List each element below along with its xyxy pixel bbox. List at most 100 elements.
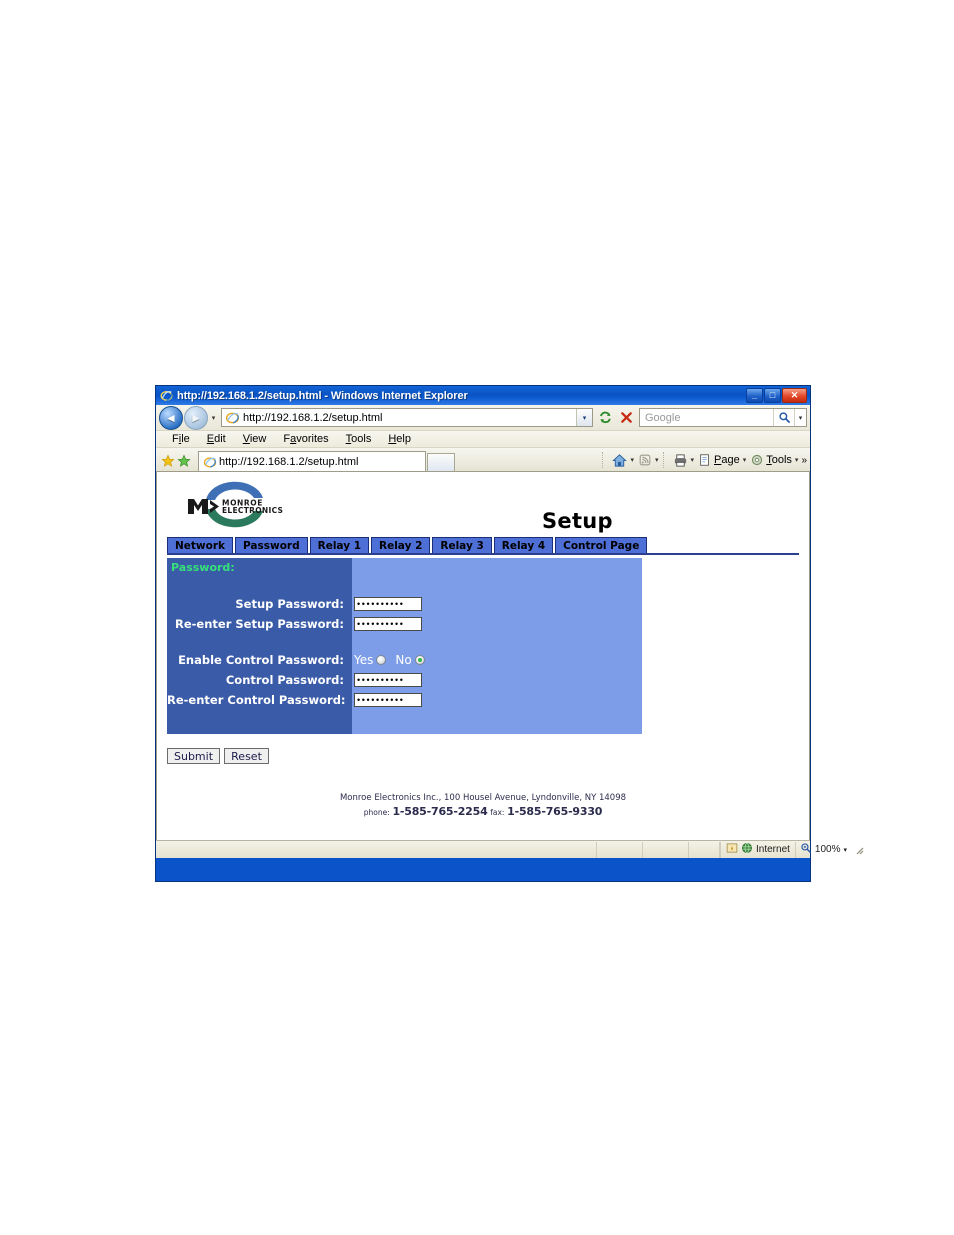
stop-button[interactable] xyxy=(616,407,637,428)
toolbar-overflow-icon[interactable]: » xyxy=(801,455,807,466)
tab-bar: http://192.168.1.2/setup.html ▾ ▾ ▾ Page… xyxy=(156,448,810,472)
reenter-setup-password-input[interactable]: •••••••••• xyxy=(354,617,422,631)
page-favicon-icon xyxy=(225,410,240,425)
security-icon xyxy=(726,842,738,857)
page-menu-label: Page xyxy=(714,454,740,466)
panel-title: Password: xyxy=(171,561,235,574)
site-tab-control-page[interactable]: Control Page xyxy=(555,537,648,554)
navigation-toolbar: ◄ ► ▾ http://192.168.1.2/setup.html ▾ Go… xyxy=(156,405,810,431)
nav-underline xyxy=(167,553,799,555)
field-row-setup-password: Setup Password: •••••••••• xyxy=(167,594,642,614)
page-menu-button[interactable]: Page ▾ xyxy=(698,453,746,467)
site-tab-password[interactable]: Password xyxy=(235,537,308,554)
enable-control-password-label: Enable Control Password: xyxy=(178,653,344,667)
site-tab-relay-1[interactable]: Relay 1 xyxy=(309,537,369,554)
radio-no[interactable] xyxy=(414,655,425,665)
control-password-input[interactable]: •••••••••• xyxy=(354,673,422,687)
address-dropdown-icon[interactable]: ▾ xyxy=(576,409,592,426)
window-title: http://192.168.1.2/setup.html - Windows … xyxy=(177,389,468,402)
back-button[interactable]: ◄ xyxy=(159,405,183,430)
status-pane-4 xyxy=(689,841,720,858)
print-button[interactable]: ▾ xyxy=(673,453,695,468)
reenter-control-password-label: Re-enter Control Password: xyxy=(167,693,346,707)
refresh-button[interactable] xyxy=(595,407,616,428)
control-password-label: Control Password: xyxy=(225,673,344,687)
site-tab-relay-4[interactable]: Relay 4 xyxy=(493,537,554,554)
address-bar[interactable]: http://192.168.1.2/setup.html ▾ xyxy=(221,408,593,427)
print-dropdown-icon[interactable]: ▾ xyxy=(691,456,695,464)
svg-text:ELECTRONICS: ELECTRONICS xyxy=(222,506,283,515)
submit-button[interactable]: Submit xyxy=(167,748,221,764)
status-pane-3 xyxy=(643,841,689,858)
field-row-reenter-setup-password: Re-enter Setup Password: •••••••••• xyxy=(167,614,642,634)
page-dropdown-icon[interactable]: ▾ xyxy=(743,456,747,464)
internet-globe-icon xyxy=(741,842,753,857)
home-dropdown-icon[interactable]: ▾ xyxy=(630,456,634,464)
footer-fax-label: fax: xyxy=(490,808,505,817)
site-tab-relay-3[interactable]: Relay 3 xyxy=(432,537,492,554)
status-pane-2 xyxy=(597,841,643,858)
tools-dropdown-icon[interactable]: ▾ xyxy=(795,456,799,464)
footer-phone: 1-585-765-2254 xyxy=(392,805,488,818)
field-row-enable-control-password: Enable Control Password: Yes No xyxy=(167,650,642,670)
page-header: MONROE ELECTRONICS Setup Network Passwor… xyxy=(157,472,809,555)
radio-yes[interactable] xyxy=(376,655,387,665)
footer-address: Monroe Electronics Inc., 100 Housel Aven… xyxy=(339,793,627,803)
tools-menu-button[interactable]: Tools ▾ xyxy=(750,453,798,467)
browser-window: http://192.168.1.2/setup.html - Windows … xyxy=(155,385,864,882)
internet-explorer-icon xyxy=(160,389,173,402)
status-bar: Internet 100% ▾ xyxy=(156,840,864,858)
search-input[interactable]: Google xyxy=(640,412,773,424)
feeds-dropdown-icon: ▾ xyxy=(654,457,659,464)
setup-password-label: Setup Password: xyxy=(235,597,344,611)
zoom-level-label: 100% xyxy=(814,844,841,855)
browser-tab[interactable]: http://192.168.1.2/setup.html xyxy=(198,451,426,471)
search-icon[interactable] xyxy=(773,409,794,426)
new-tab-button[interactable] xyxy=(427,453,455,471)
page-title: Setup xyxy=(542,509,613,533)
security-zone[interactable]: Internet xyxy=(720,841,795,858)
history-dropdown-icon[interactable]: ▾ xyxy=(208,407,219,429)
favorites-center-icon[interactable] xyxy=(160,451,176,471)
close-button[interactable]: ✕ xyxy=(782,388,807,403)
reset-button[interactable]: Reset xyxy=(224,748,270,764)
tab-title: http://192.168.1.2/setup.html xyxy=(219,455,359,468)
footer-contact: phone: 1-585-765-2254 fax: 1-585-765-933… xyxy=(157,805,809,820)
zoom-dropdown-icon[interactable]: ▾ xyxy=(844,846,848,854)
radio-no-label: No xyxy=(395,653,412,667)
menu-view[interactable]: View xyxy=(243,433,267,445)
search-box[interactable]: Google ▾ xyxy=(639,408,807,427)
security-zone-label: Internet xyxy=(756,844,790,855)
reenter-setup-password-label: Re-enter Setup Password: xyxy=(175,617,344,631)
window-buttons: _ □ ✕ xyxy=(746,388,808,403)
form-buttons: Submit Reset xyxy=(167,748,270,764)
search-dropdown-icon[interactable]: ▾ xyxy=(794,409,806,426)
toolbar-separator-2 xyxy=(662,452,665,468)
page-viewport: MONROE ELECTRONICS Setup Network Passwor… xyxy=(156,472,810,840)
menu-favorites[interactable]: Favorites xyxy=(283,433,328,445)
add-to-favorites-icon[interactable] xyxy=(176,451,192,471)
menu-help[interactable]: Help xyxy=(388,433,411,445)
menu-edit[interactable]: Edit xyxy=(207,433,226,445)
setup-password-input[interactable]: •••••••••• xyxy=(354,597,422,611)
feeds-button[interactable]: ▾ xyxy=(638,453,659,467)
footer-fax: 1-585-765-9330 xyxy=(507,805,603,818)
address-input[interactable]: http://192.168.1.2/setup.html xyxy=(243,412,576,424)
site-tab-network[interactable]: Network xyxy=(167,537,234,554)
command-bar: ▾ ▾ ▾ Page ▾ Tools ▾ » xyxy=(598,449,810,471)
maximize-button[interactable]: □ xyxy=(764,388,781,403)
zoom-control[interactable]: 100% ▾ xyxy=(794,841,851,858)
reenter-control-password-input[interactable]: •••••••••• xyxy=(354,693,422,707)
site-nav-tabs: Network Password Relay 1 Relay 2 Relay 3… xyxy=(167,536,799,554)
tab-favicon-icon xyxy=(203,455,217,469)
home-button[interactable]: ▾ xyxy=(612,453,634,468)
status-message-pane xyxy=(156,841,597,858)
password-form-panel: Password: Setup Password: •••••••••• Re-… xyxy=(167,558,642,734)
resize-grip[interactable] xyxy=(853,844,865,856)
radio-yes-label: Yes xyxy=(354,653,374,667)
minimize-button[interactable]: _ xyxy=(746,388,763,403)
menu-file[interactable]: File xyxy=(172,433,190,445)
site-tab-relay-2[interactable]: Relay 2 xyxy=(371,537,431,554)
forward-button[interactable]: ► xyxy=(184,405,208,430)
menu-tools[interactable]: Tools xyxy=(346,433,372,445)
